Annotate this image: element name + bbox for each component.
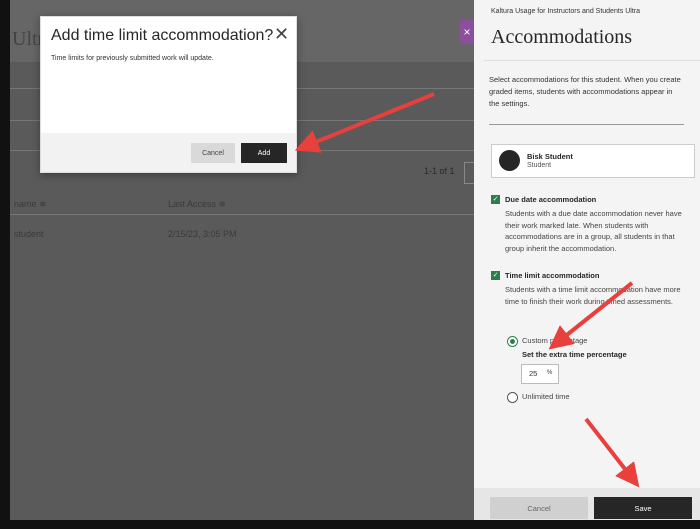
annotation-arrows [294,92,640,488]
arrow-to-percentage [548,281,634,350]
arrow-to-add-button [294,92,435,153]
screenshot-frame: Ultr 1-1 of 1 name ≑ Last Access ≑ stude… [0,0,700,529]
arrow-to-save-button [584,417,640,488]
